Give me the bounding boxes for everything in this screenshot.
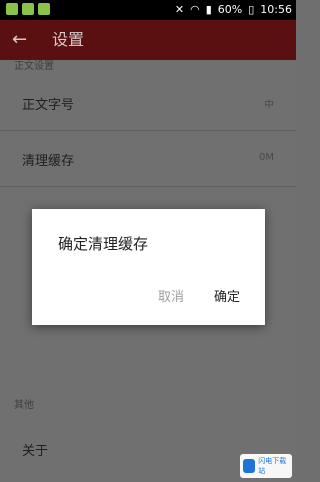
app-notification-icon bbox=[38, 3, 50, 15]
battery-icon: ▯ bbox=[248, 3, 255, 16]
row-value: 中 bbox=[264, 100, 274, 111]
divider bbox=[0, 186, 296, 187]
row-label: 正文字号 bbox=[22, 98, 75, 113]
watermark: 闪电下载站 bbox=[240, 454, 292, 478]
arrow-left-icon[interactable]: ← bbox=[12, 28, 27, 52]
row-label: 清理缓存 bbox=[22, 154, 75, 169]
watermark-text: 闪电下载站 bbox=[258, 457, 287, 475]
divider bbox=[0, 130, 296, 131]
app-bar: ← 设置 bbox=[0, 20, 296, 60]
status-indicators: ✕ ◠ ▮ 60% ▯ 10:56 bbox=[175, 0, 292, 20]
status-bar: ✕ ◠ ▮ 60% ▯ 10:56 bbox=[0, 0, 296, 20]
confirm-dialog: 确定清理缓存 取消 确定 bbox=[32, 209, 265, 325]
app-notification-icon bbox=[22, 3, 34, 15]
dialog-title: 确定清理缓存 bbox=[58, 235, 149, 253]
section-header-reading: 正文设置 bbox=[14, 61, 54, 72]
app-notification-icon bbox=[6, 3, 18, 15]
wifi-icon: ◠ bbox=[190, 3, 200, 16]
mute-icon: ✕ bbox=[174, 3, 185, 16]
watermark-logo-icon bbox=[243, 459, 256, 473]
confirm-button[interactable]: 确定 bbox=[214, 289, 240, 307]
section-header-other: 其他 bbox=[14, 400, 34, 411]
cancel-button[interactable]: 取消 bbox=[158, 289, 184, 307]
clock: 10:56 bbox=[260, 3, 292, 16]
row-label: 关于 bbox=[22, 444, 49, 459]
signal-icon: ▮ bbox=[205, 3, 212, 16]
battery-percent: 60% bbox=[217, 3, 243, 16]
notification-icons bbox=[6, 3, 50, 15]
row-value: 0M bbox=[259, 152, 274, 163]
page-title: 设置 bbox=[52, 30, 85, 49]
